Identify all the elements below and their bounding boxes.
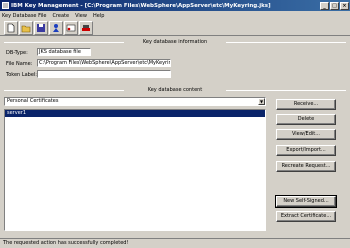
title-bar: IBM Key Management - [C:\Program Files\W… [0,0,350,11]
divider [226,90,346,91]
extract-certificate-button[interactable]: Extract Certificate... [276,211,336,222]
certificate-button[interactable] [64,20,78,35]
view-edit-button[interactable]: View/Edit... [276,129,336,140]
menu-key-database-file[interactable]: Key Database File [2,13,46,19]
chevron-down-icon[interactable]: ▼ [258,98,265,105]
user-button[interactable] [49,20,63,35]
delete-button[interactable] [79,20,93,35]
certificate-list[interactable]: server1 [4,109,266,231]
close-button[interactable]: × [340,1,349,10]
db-type-field: JKS database file [37,48,91,56]
divider [226,42,346,43]
maximize-button[interactable]: □ [330,1,339,10]
delete-certificate-button[interactable]: Delete [276,114,336,125]
minimize-button[interactable]: _ [320,1,329,10]
file-name-field: C:\Program Files\WebSphere\AppServer\etc… [37,59,171,67]
app-icon [2,2,9,9]
certificate-type-select[interactable]: Personal Certificates ▼ [4,97,266,106]
toolbar [0,20,350,36]
receive-button[interactable]: Receive... [276,99,336,110]
certificate-type-value: Personal Certificates [7,98,59,104]
save-icon [37,23,45,32]
token-label-field [37,70,171,78]
menu-bar: Key Database File Create View Help [0,11,350,20]
recreate-request-button[interactable]: Recreate Request... [276,161,336,172]
db-type-label: DB-Type: [6,50,28,56]
file-name-label: File Name: [6,61,33,67]
open-button[interactable] [19,20,33,35]
new-button[interactable] [4,20,18,35]
certificate-icon [66,24,76,31]
menu-view[interactable]: View [75,13,87,19]
menu-create[interactable]: Create [52,13,69,19]
new-self-signed-button[interactable]: New Self-Signed... [275,195,337,208]
save-button[interactable] [34,20,48,35]
window-title: IBM Key Management - [C:\Program Files\W… [11,2,271,9]
delete-icon [82,24,90,31]
open-icon [21,25,31,32]
status-bar: The requested action has successfully co… [0,238,350,248]
new-icon [7,23,15,32]
user-icon [53,23,59,32]
list-item[interactable]: server1 [5,110,265,117]
export-import-button[interactable]: Export/Import... [276,145,336,156]
menu-help[interactable]: Help [93,13,104,19]
token-label: Token Label: [6,72,37,78]
